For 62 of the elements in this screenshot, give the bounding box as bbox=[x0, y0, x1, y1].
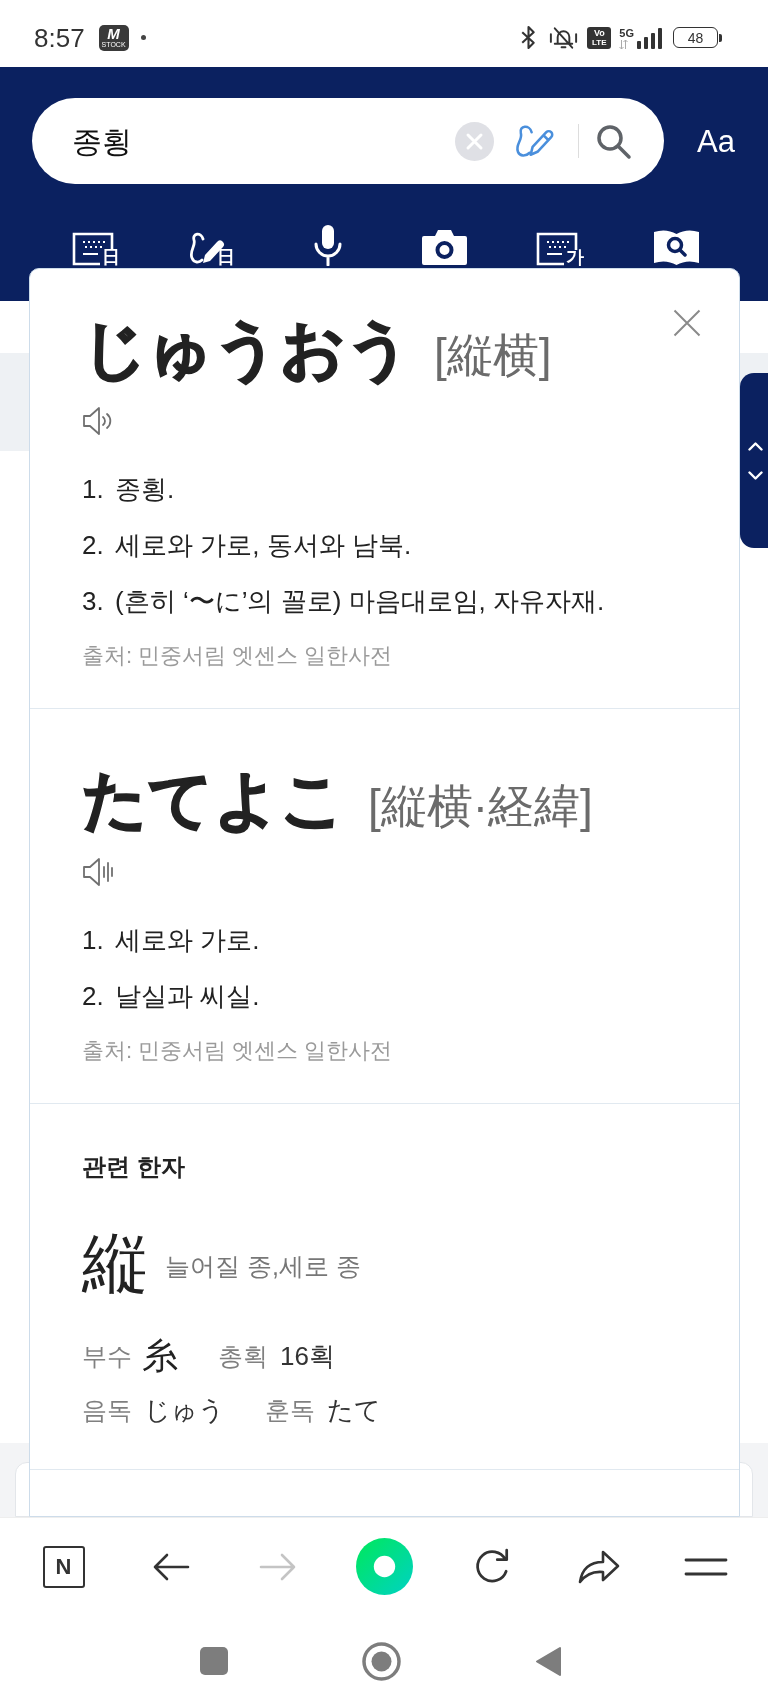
recents-icon[interactable] bbox=[200, 1647, 228, 1675]
home-icon[interactable] bbox=[361, 1641, 401, 1681]
speaker-icon bbox=[82, 856, 116, 888]
camera-icon bbox=[420, 227, 468, 266]
close-icon bbox=[673, 309, 701, 337]
definition-text: 세로와 가로. bbox=[115, 924, 260, 957]
ring-icon bbox=[356, 1538, 413, 1595]
definition-text: 세로와 가로, 동서와 남북. bbox=[115, 529, 412, 562]
hanja-info-value: 16획 bbox=[280, 1340, 335, 1373]
hanja-spelling: [縦横·経緯] bbox=[368, 779, 593, 834]
search-field[interactable]: 종횡 bbox=[72, 118, 455, 164]
menu-icon bbox=[683, 1556, 728, 1577]
signal-bars-icon bbox=[637, 27, 663, 49]
search-icon bbox=[595, 122, 632, 160]
headword: じゅうおう bbox=[82, 312, 412, 387]
keyboard-button[interactable]: 가 bbox=[536, 222, 584, 266]
home-button[interactable]: N bbox=[42, 1545, 85, 1588]
clear-icon bbox=[455, 121, 494, 161]
hanja-info-value: じゅう bbox=[144, 1394, 225, 1427]
handwriting-input-button[interactable]: 日 bbox=[189, 222, 235, 266]
data-arrows-icon bbox=[619, 39, 629, 49]
scroll-tab[interactable] bbox=[740, 373, 768, 548]
definition-number: 1. bbox=[82, 473, 105, 506]
definition-text: 종횡. bbox=[115, 473, 175, 506]
hanja-info-label: 부수 bbox=[82, 1341, 132, 1372]
source-note: 출처: 민중서림 엣센스 일한사전 bbox=[82, 1037, 394, 1065]
network-type-label: 5G bbox=[619, 26, 634, 39]
definition-number: 2. bbox=[82, 529, 105, 562]
keyboard-button[interactable]: 日 bbox=[72, 222, 120, 266]
definition-number: 1. bbox=[82, 924, 105, 957]
chevron-down-icon bbox=[747, 470, 763, 480]
voice-input-button[interactable] bbox=[312, 222, 344, 266]
close-button[interactable] bbox=[673, 309, 701, 337]
hanja-meaning: 늘어질 종,세로 종 bbox=[165, 1251, 361, 1282]
pronunciation-button[interactable] bbox=[82, 856, 116, 888]
definition-text: (흔히 ‘〜に’의 꼴로) 마음대로임, 자유자재. bbox=[115, 585, 605, 618]
hanja-character: 縦 bbox=[82, 1225, 148, 1302]
notification-dot-icon bbox=[140, 35, 146, 40]
hanja-info-label: 음독 bbox=[82, 1395, 132, 1426]
source-note: 출처: 민중서림 엣센스 일한사전 bbox=[82, 642, 394, 670]
definition-number: 3. bbox=[82, 585, 105, 618]
menu-button[interactable] bbox=[683, 1556, 728, 1577]
battery-indicator: 48 bbox=[673, 27, 722, 48]
hanja-info-label: 훈독 bbox=[265, 1395, 315, 1426]
definition-number: 2. bbox=[82, 980, 105, 1013]
volte-badge: Vo LTE bbox=[587, 26, 612, 49]
chevron-up-icon bbox=[747, 441, 763, 451]
hanja-spelling: [縦横] bbox=[434, 328, 552, 383]
microphone-icon bbox=[312, 224, 344, 266]
back-icon[interactable] bbox=[535, 1645, 561, 1677]
clock-time: 8:57 bbox=[34, 24, 85, 51]
hanja-info-label: 총획 bbox=[218, 1341, 268, 1372]
section-heading: 관련 한자 bbox=[82, 1152, 186, 1182]
headword: たてよこ bbox=[82, 763, 346, 838]
bluetooth-icon bbox=[520, 25, 538, 50]
search-button[interactable] bbox=[595, 122, 632, 160]
book-search-icon bbox=[652, 228, 700, 266]
search-bar[interactable]: 종횡 bbox=[32, 98, 664, 184]
hanja-info-value: 糸 bbox=[142, 1334, 178, 1378]
font-size-button[interactable]: Aa bbox=[697, 125, 735, 157]
definition-text: 날실과 씨실. bbox=[115, 980, 260, 1013]
hanja-info-value: たて bbox=[327, 1394, 381, 1427]
